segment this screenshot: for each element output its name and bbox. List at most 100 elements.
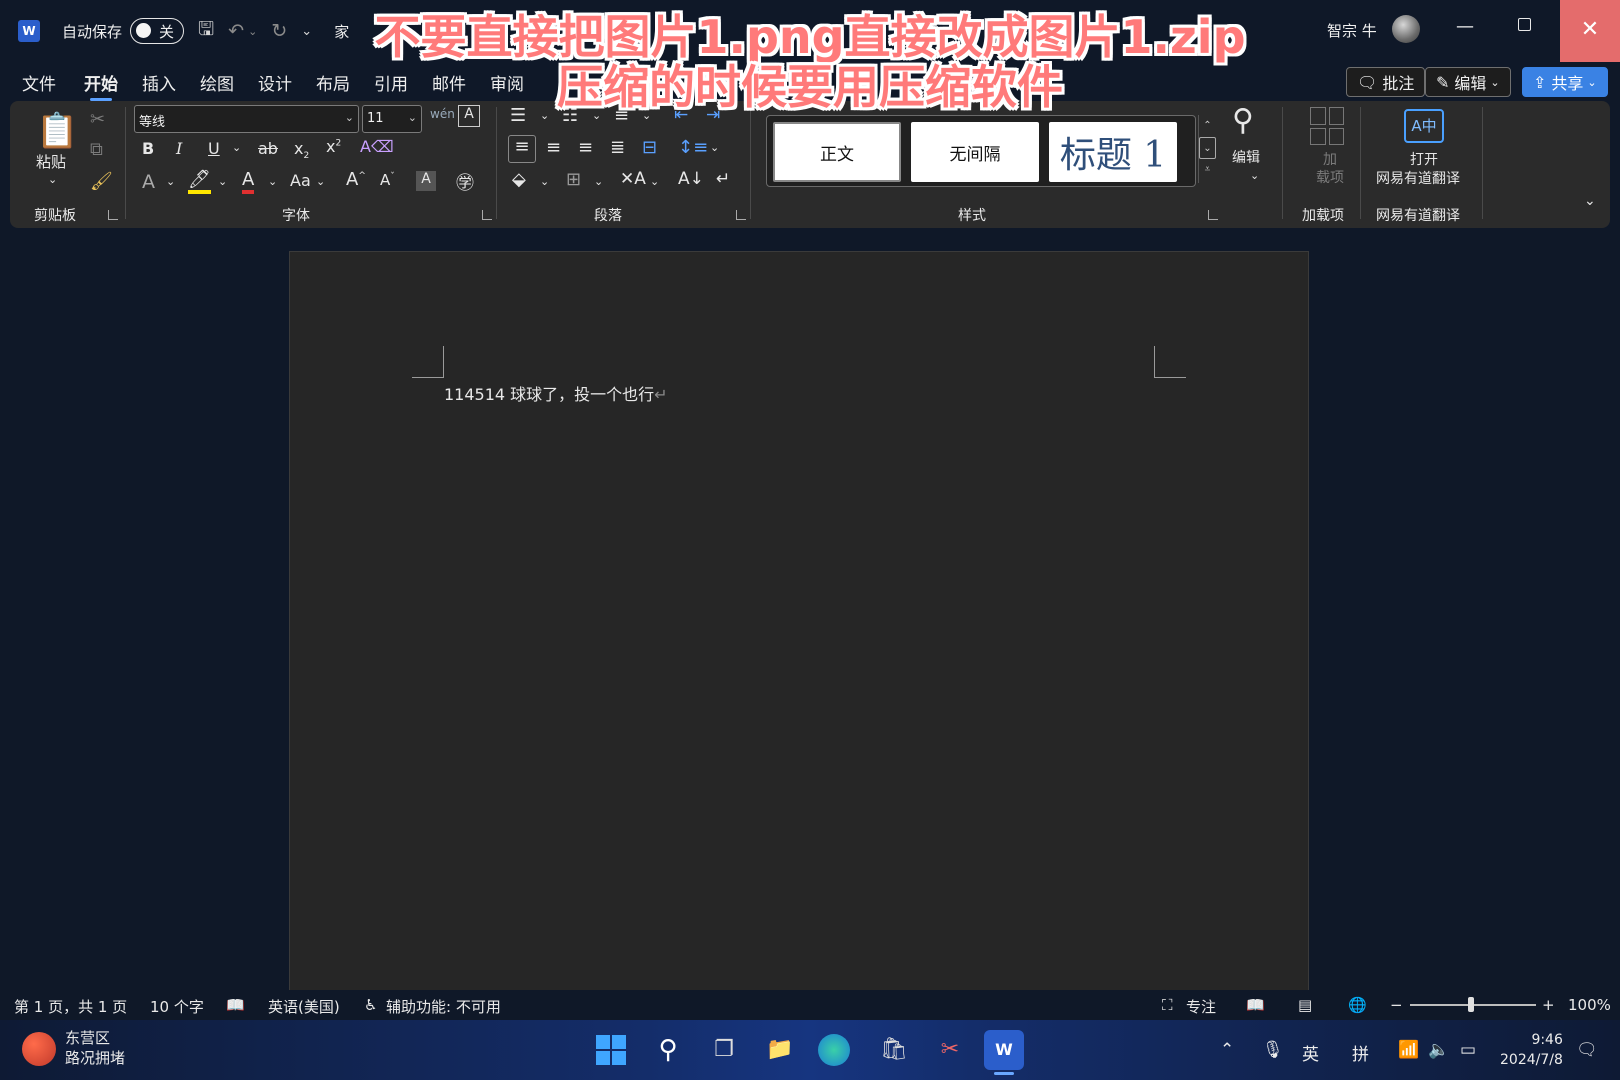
copy-icon[interactable]: ⧉ <box>90 139 103 160</box>
paste-icon[interactable]: 📋 <box>36 111 78 151</box>
align-center-icon[interactable]: ≡ <box>546 137 561 158</box>
youdao-name-label[interactable]: 网易有道翻译 <box>1376 168 1460 188</box>
distributed-icon[interactable]: ⊟ <box>642 137 657 158</box>
editing-label[interactable]: 编辑 <box>1232 147 1260 167</box>
styles-launcher-icon[interactable] <box>1208 210 1218 220</box>
weather-location: 东营区 <box>65 1029 111 1047</box>
chevron-down-icon[interactable]: ⌄ <box>232 141 241 154</box>
language-status[interactable]: 英语(美国) <box>268 996 340 1017</box>
style-no-spacing[interactable]: 无间隔 <box>911 122 1039 182</box>
group-divider <box>1482 107 1483 219</box>
zoom-slider-thumb[interactable] <box>1468 997 1474 1012</box>
print-layout-icon[interactable]: ▤ <box>1298 996 1312 1014</box>
addins-label[interactable]: 加 载项 <box>1316 151 1344 187</box>
web-layout-icon[interactable]: 🌐 <box>1348 996 1367 1014</box>
task-view-icon[interactable]: ❐ <box>706 1032 742 1068</box>
line-spacing-icon[interactable]: ↕≡ <box>678 137 708 158</box>
body-text: 114514 球球了，投一个也行 <box>444 385 655 404</box>
grow-font-icon[interactable]: A^ <box>346 169 366 190</box>
font-color-icon[interactable]: A <box>242 169 255 194</box>
show-marks-icon[interactable]: ↵ <box>716 169 730 189</box>
translate-icon[interactable]: A中 <box>1404 109 1444 143</box>
store-icon[interactable]: 🛍 <box>876 1032 912 1068</box>
highlight-icon[interactable]: 🖊 <box>188 169 211 194</box>
microphone-icon[interactable]: 🎙 <box>1262 1040 1284 1060</box>
zoom-level[interactable]: 100% <box>1568 996 1611 1014</box>
bold-icon[interactable]: B <box>142 139 154 158</box>
zoom-out-button[interactable]: − <box>1390 996 1403 1014</box>
shading-icon[interactable]: ⬙ <box>512 169 526 190</box>
chevron-down-icon[interactable]: ⌄ <box>1199 137 1216 159</box>
format-painter-icon[interactable]: 🖌 <box>90 171 113 192</box>
proofing-icon[interactable]: 📖 <box>226 996 245 1014</box>
enclose-characters-icon[interactable]: ㊫ <box>456 169 474 195</box>
chevron-up-icon[interactable]: ⌃ <box>1220 1040 1234 1060</box>
more-styles-icon[interactable]: ⩡ <box>1199 159 1216 181</box>
windows-start-icon[interactable] <box>596 1035 626 1065</box>
clock-date: 2024/7/8 <box>1500 1052 1563 1068</box>
chevron-down-icon[interactable]: ⌄ <box>218 175 227 188</box>
focus-button[interactable]: 专注 <box>1186 996 1216 1017</box>
italic-icon[interactable]: I <box>176 139 182 158</box>
read-mode-icon[interactable]: 📖 <box>1246 996 1265 1014</box>
chevron-down-icon[interactable]: ⌄ <box>268 175 277 188</box>
search-icon[interactable]: ⚲ <box>650 1032 686 1068</box>
justify-icon[interactable]: ≣ <box>610 137 625 158</box>
chinese-layout-icon[interactable]: ✕A <box>620 169 646 189</box>
youdao-group-label: 网易有道翻译 <box>1376 208 1460 224</box>
taskbar: 东营区 路况拥堵 ⚲ ❐ 📁 🛍 ✂ W ⌃ 🎙 英 拼 📶 🔈 ▭ 9:46 … <box>0 1020 1620 1080</box>
strikethrough-icon[interactable]: ab <box>258 139 278 158</box>
underline-icon[interactable]: U <box>208 139 220 158</box>
superscript-icon[interactable]: x2 <box>326 137 341 156</box>
word-taskbar-icon[interactable]: W <box>984 1030 1024 1070</box>
align-left-icon[interactable]: ≡ <box>508 135 536 163</box>
style-normal[interactable]: 正文 <box>773 122 901 182</box>
align-right-icon[interactable]: ≡ <box>578 137 593 158</box>
paste-label[interactable]: 粘贴 <box>36 151 66 172</box>
font-launcher-icon[interactable] <box>482 210 492 220</box>
document-body-text[interactable]: 114514 球球了，投一个也行↵ <box>444 381 668 405</box>
clear-format-icon[interactable]: A⌫ <box>360 137 394 156</box>
style-heading-1[interactable]: 标题 1 <box>1049 122 1177 182</box>
notification-icon[interactable]: 🗨 <box>1576 1040 1598 1060</box>
sort-icon[interactable]: A↓ <box>678 169 704 189</box>
styles-scrollbar[interactable]: ⌃ ⌄ ⩡ <box>1198 115 1216 183</box>
text-effects-icon[interactable]: A <box>142 171 155 193</box>
zoom-in-button[interactable]: + <box>1542 996 1555 1014</box>
subscript-icon[interactable]: x2 <box>294 139 309 161</box>
chevron-down-icon[interactable]: ⌄ <box>1250 169 1259 182</box>
battery-icon[interactable]: ▭ <box>1460 1040 1476 1060</box>
word-count[interactable]: 10 个字 <box>150 996 204 1017</box>
snipping-tool-icon[interactable]: ✂ <box>932 1032 968 1068</box>
file-explorer-icon[interactable]: 📁 <box>762 1032 798 1068</box>
paragraph-launcher-icon[interactable] <box>736 210 746 220</box>
chevron-down-icon[interactable]: ⌄ <box>166 175 175 188</box>
chevron-down-icon[interactable]: ⌄ <box>650 175 659 188</box>
shrink-font-icon[interactable]: Aˇ <box>380 171 395 189</box>
weather-icon[interactable] <box>22 1032 56 1066</box>
collapse-ribbon-icon[interactable]: ⌄ <box>1584 193 1596 209</box>
wifi-icon[interactable]: 📶 <box>1398 1040 1419 1060</box>
clipboard-launcher-icon[interactable] <box>108 210 118 220</box>
accessibility-status[interactable]: 辅助功能: 不可用 <box>386 996 501 1017</box>
document-page[interactable]: 114514 球球了，投一个也行↵ <box>289 251 1309 991</box>
group-divider <box>125 107 126 219</box>
ime-mode[interactable]: 拼 <box>1352 1040 1369 1065</box>
borders-icon[interactable]: ⊞ <box>566 169 581 190</box>
weather-widget[interactable]: 东营区 路况拥堵 <box>65 1028 125 1068</box>
chevron-down-icon[interactable]: ⌄ <box>540 175 549 188</box>
ime-language[interactable]: 英 <box>1302 1040 1319 1065</box>
change-case-icon[interactable]: Aa <box>290 171 311 190</box>
paste-dropdown-icon[interactable]: ⌄ <box>48 173 57 186</box>
focus-icon: ⛶ <box>1162 996 1173 1014</box>
chevron-down-icon[interactable]: ⌄ <box>710 141 719 154</box>
page-count[interactable]: 第 1 页，共 1 页 <box>14 996 127 1017</box>
clock[interactable]: 9:46 2024/7/8 <box>1500 1030 1563 1070</box>
chevron-up-icon[interactable]: ⌃ <box>1199 115 1216 137</box>
volume-icon[interactable]: 🔈 <box>1428 1040 1449 1060</box>
edge-icon[interactable] <box>818 1034 850 1066</box>
character-shading-icon[interactable]: A <box>416 171 436 191</box>
chevron-down-icon[interactable]: ⌄ <box>594 175 603 188</box>
youdao-open-label[interactable]: 打开 <box>1410 149 1438 169</box>
chevron-down-icon[interactable]: ⌄ <box>316 175 325 188</box>
